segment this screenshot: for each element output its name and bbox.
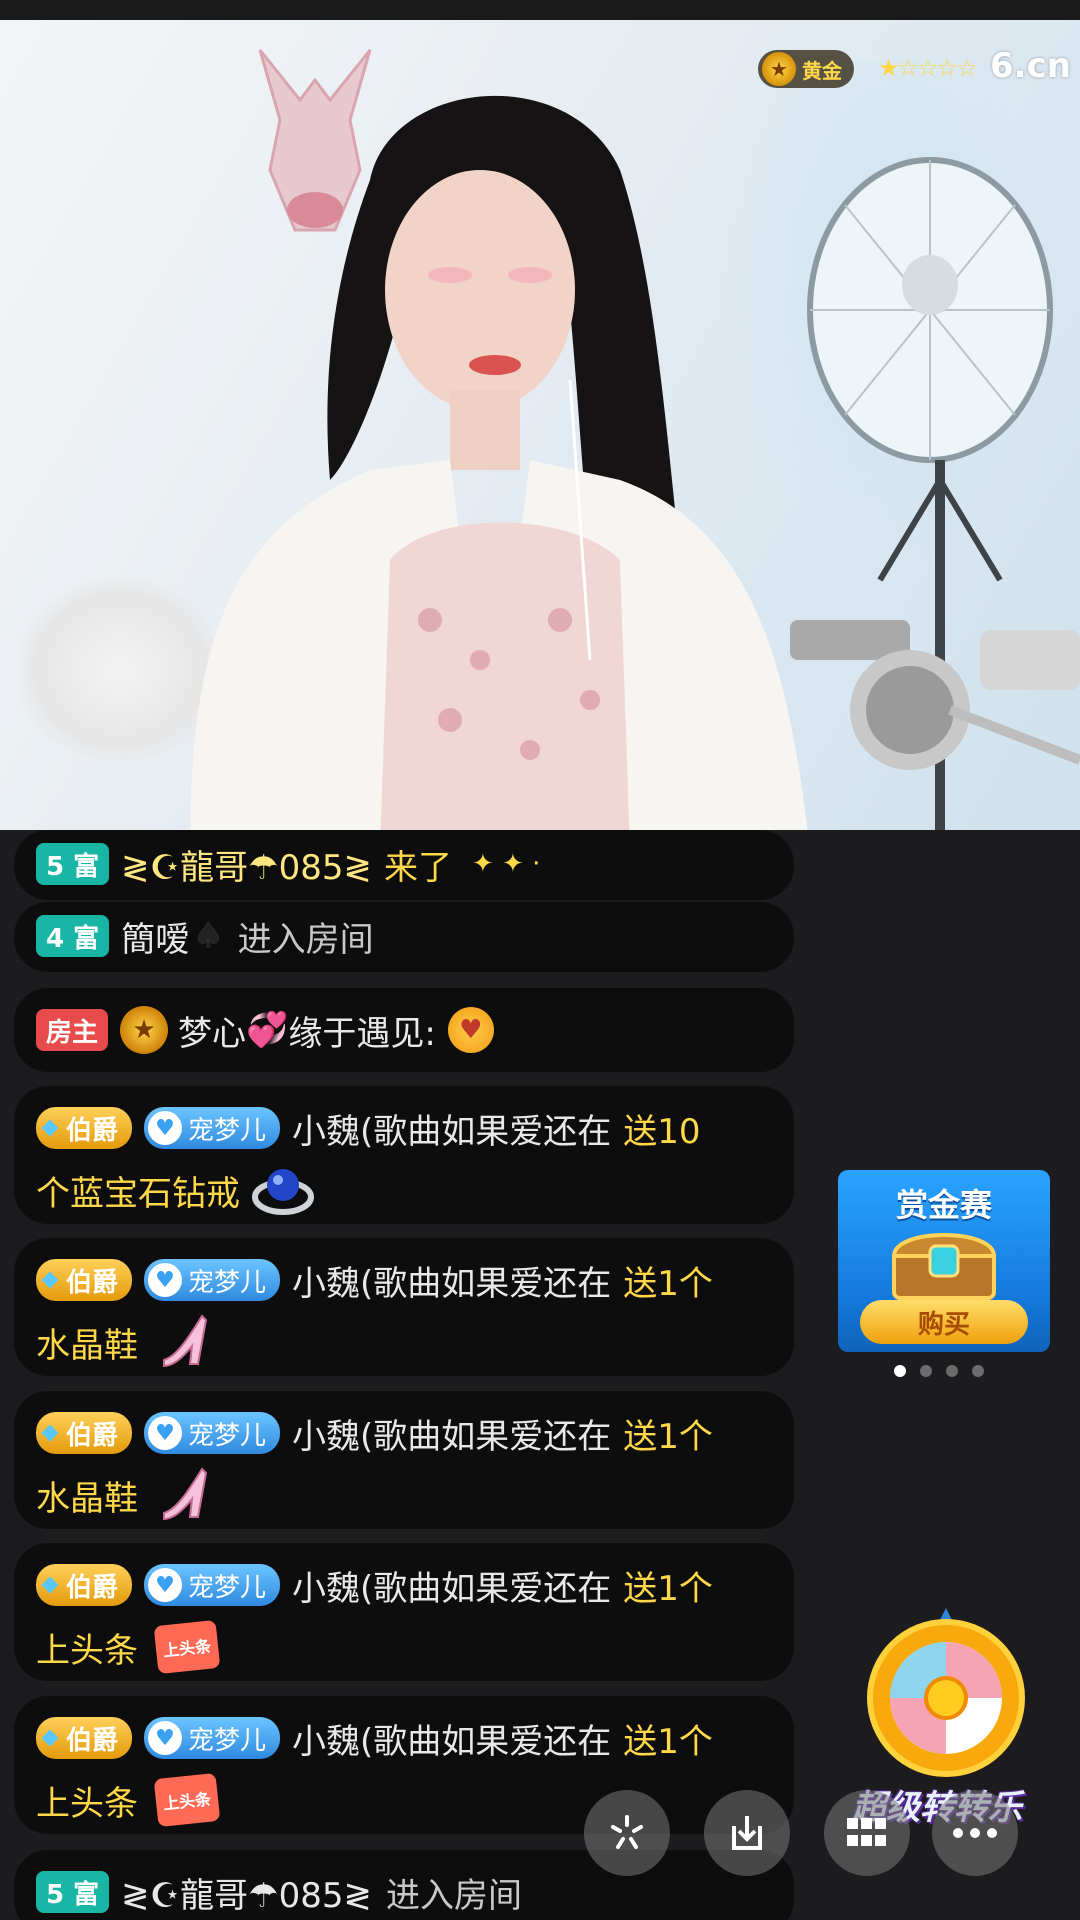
chat-message: 伯爵 ♥ 宠梦儿 小魏(歌曲如果爱还在 送10 个蓝宝石钻戒 (14, 1086, 794, 1224)
chat-message: 伯爵 ♥ 宠梦儿 小魏(歌曲如果爱还在 送1个 上头条 上头条 (14, 1696, 794, 1834)
chat-text: 缘于遇见: (288, 1013, 436, 1054)
wealth-badge: 5 富 (36, 843, 110, 885)
headline-icon: 上头条 (153, 1619, 221, 1675)
rank-badge: 伯爵 (36, 1564, 133, 1606)
chat-message: 房主 ★ 梦心 💞 缘于遇见: ♥ (14, 988, 794, 1072)
chat-message: 伯爵 ♥ 宠梦儿 小魏(歌曲如果爱还在 送1个 水晶鞋 (14, 1391, 794, 1529)
chat-message: 4 富 簡嗳 ♠ 进入房间 (14, 902, 794, 972)
fan-club-badge: ♥ 宠梦儿 (144, 1564, 281, 1606)
menu-grid-button[interactable] (824, 1790, 910, 1876)
sparkle-icon: ✦ ✦ · (472, 849, 541, 879)
chat-list[interactable]: 5 富 ≷☪龍哥☂085≷ 来了 ✦ ✦ · 4 富 簡嗳 ♠ 进入房间 房主 … (14, 830, 794, 1920)
chat-username[interactable]: 梦心 (178, 1006, 246, 1055)
pager-dot[interactable] (894, 1365, 906, 1377)
pager-dot[interactable] (946, 1365, 958, 1377)
download-icon (732, 1816, 762, 1850)
chat-message: 5 富 ≷☪龍哥☂085≷ 来了 ✦ ✦ · (14, 830, 794, 900)
chat-message: 伯爵 ♥ 宠梦儿 小魏(歌曲如果爱还在 送1个 上头条 上头条 (14, 1543, 794, 1681)
fan-club-badge: ♥ 宠梦儿 (144, 1412, 281, 1454)
gift-name: 上头条 (36, 1630, 138, 1671)
star-medal-icon: ★ (762, 52, 796, 86)
pager-dot[interactable] (972, 1365, 984, 1377)
wealth-badge: 4 富 (36, 915, 110, 957)
gift-name: 水晶鞋 (36, 1478, 138, 1519)
fan-club-badge: ♥ 宠梦儿 (144, 1259, 281, 1301)
rank-badge: 伯爵 (36, 1107, 133, 1149)
host-badge: 房主 (36, 1009, 109, 1051)
rank-badge: 伯爵 (36, 1259, 133, 1301)
treasure-chest-icon (891, 1233, 997, 1300)
site-logo: 6.cn (990, 46, 1071, 86)
effects-button[interactable] (584, 1790, 670, 1876)
chat-action: 进入房间 (386, 1875, 522, 1916)
gift-name: 个蓝宝石钻戒 (36, 1173, 240, 1214)
grid-icon (847, 1818, 886, 1846)
banner-title: 赏金赛 (895, 1186, 992, 1224)
fan-club-badge: ♥ 宠梦儿 (144, 1107, 281, 1149)
chat-username[interactable]: 簡嗳 (121, 912, 189, 961)
headline-icon: 上头条 (153, 1772, 221, 1828)
chat-username[interactable]: ≷☪龍哥☂085≷ (121, 1868, 372, 1917)
chat-action: 来了 (384, 847, 452, 888)
live-video[interactable]: ★ 黄金 ★☆☆☆☆ 6.cn (0, 20, 1080, 830)
wealth-badge: 5 富 (36, 1871, 110, 1913)
buy-button[interactable]: 购买 (860, 1300, 1028, 1344)
gift-name: 上头条 (36, 1783, 138, 1824)
gift-name: 水晶鞋 (36, 1325, 138, 1366)
gift-quantity: 送1个 (623, 1568, 713, 1609)
chat-username[interactable]: 小魏(歌曲如果爱还在 (292, 1714, 611, 1763)
spade-icon: ♠ (193, 916, 224, 956)
gift-quantity: 送1个 (623, 1416, 713, 1457)
sapphire-ring-icon (252, 1169, 314, 1215)
chat-username[interactable]: 小魏(歌曲如果爱还在 (292, 1256, 611, 1305)
heart-icon: 💞 (246, 1010, 289, 1050)
chat-username[interactable]: ≷☪龍哥☂085≷ (121, 840, 372, 889)
bounty-contest-banner[interactable]: 赏金赛 购买 (838, 1170, 1050, 1352)
gift-quantity: 送1个 (623, 1263, 713, 1304)
crystal-shoe-icon (163, 1314, 208, 1368)
banner-pager[interactable] (894, 1365, 984, 1377)
chat-message: 5 富 ≷☪龍哥☂085≷ 进入房间 (14, 1850, 794, 1920)
pray-emoji-icon: ♥ (447, 1007, 494, 1053)
status-bar (0, 0, 1080, 20)
chat-message: 伯爵 ♥ 宠梦儿 小魏(歌曲如果爱还在 送1个 水晶鞋 (14, 1238, 794, 1376)
chat-username[interactable]: 小魏(歌曲如果爱还在 (292, 1104, 611, 1153)
fan-club-badge: ♥ 宠梦儿 (144, 1717, 281, 1759)
rating-stars: ★☆☆☆☆ (878, 54, 978, 82)
crystal-shoe-icon (163, 1467, 208, 1521)
chat-action: 进入房间 (237, 919, 374, 960)
level-badge: ★ 黄金 (758, 50, 854, 88)
gift-quantity: 送1个 (623, 1721, 713, 1762)
more-icon (953, 1828, 997, 1838)
download-button[interactable] (704, 1790, 790, 1876)
star-medal-icon: ★ (120, 1006, 169, 1054)
gift-quantity: 送10 (623, 1111, 701, 1152)
streamer-figure (190, 95, 808, 830)
level-label: 黄金 (802, 58, 842, 83)
chat-username[interactable]: 小魏(歌曲如果爱还在 (292, 1561, 611, 1610)
chat-username[interactable]: 小魏(歌曲如果爱还在 (292, 1409, 611, 1458)
lucky-wheel-icon[interactable] (862, 1606, 1030, 1778)
rank-badge: 伯爵 (36, 1412, 133, 1454)
pager-dot[interactable] (920, 1365, 932, 1377)
rank-badge: 伯爵 (36, 1717, 133, 1759)
sparkle-icon (611, 1815, 643, 1849)
more-button[interactable] (932, 1790, 1018, 1876)
